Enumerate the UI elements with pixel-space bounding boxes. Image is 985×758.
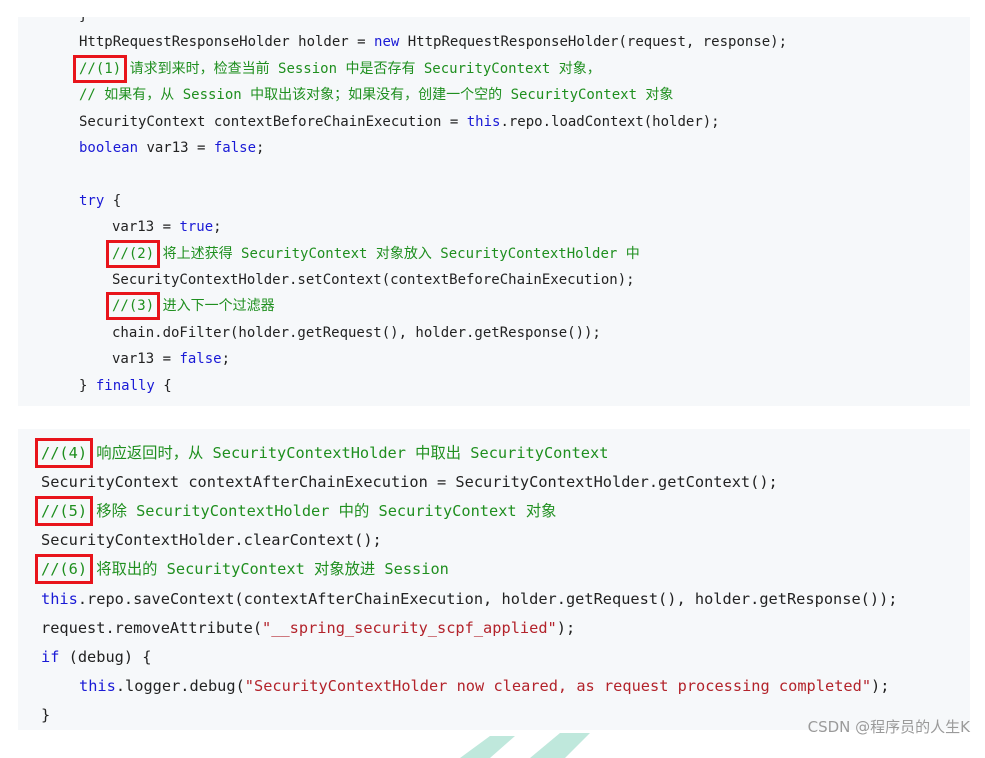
code-text: }: [79, 17, 87, 24]
code-keyword: true: [179, 219, 214, 236]
code-line: var13 = true;: [112, 217, 222, 237]
code-text: .repo.saveContext(contextAfterChainExecu…: [77, 589, 898, 608]
code-text: SecurityContext contextAfterChainExecuti…: [41, 473, 778, 492]
code-text: .repo.loadContext(holder);: [500, 113, 720, 130]
code-line: HttpRequestResponseHolder holder = new H…: [79, 32, 787, 52]
code-string: "__spring_security_scpf_applied": [262, 618, 557, 637]
code-comment: 请求到来时，检查当前 Session 中是否存有 SecurityContext…: [121, 60, 601, 77]
code-text: var13 =: [112, 351, 180, 368]
code-line: // 如果有，从 Session 中取出该对象；如果没有，创建一个空的 Secu…: [79, 85, 673, 105]
code-text: );: [871, 676, 890, 695]
code-keyword: false: [179, 351, 222, 368]
code-line: this.repo.saveContext(contextAfterChainE…: [41, 589, 898, 609]
code-text: {: [154, 377, 172, 394]
code-block-bottom: //(4) 响应返回时，从 SecurityContextHolder 中取出 …: [18, 429, 970, 730]
code-keyword: try: [79, 192, 105, 209]
code-line: SecurityContextHolder.setContext(context…: [112, 270, 635, 290]
highlight-marker: //(2): [105, 239, 161, 268]
code-line: }: [79, 17, 87, 26]
code-text: SecurityContextHolder.clearContext();: [41, 531, 382, 550]
code-line: SecurityContext contextBeforeChainExecut…: [79, 112, 720, 132]
code-line: SecurityContextHolder.clearContext();: [41, 530, 382, 550]
code-comment: 移除 SecurityContextHolder 中的 SecurityCont…: [87, 502, 557, 521]
code-comment: // 如果有，从 Session 中取出该对象；如果没有，创建一个空的 Secu…: [79, 87, 674, 104]
code-text: }: [41, 705, 51, 724]
watermark: CSDN @程序员的人生K: [807, 718, 970, 736]
code-text: HttpRequestResponseHolder(request, respo…: [399, 34, 788, 51]
code-text: .logger.debug(: [115, 676, 245, 695]
code-line: try {: [79, 191, 121, 211]
code-line: if (debug) {: [41, 647, 152, 667]
decorative-logo-shape: [460, 733, 590, 758]
code-text: );: [556, 618, 576, 637]
code-comment: 将上述获得 SecurityContext 对象放入 SecurityConte…: [154, 245, 640, 262]
code-keyword: false: [213, 140, 257, 156]
code-block-top: } HttpRequestResponseHolder holder = new …: [18, 17, 970, 406]
code-line: }: [41, 705, 50, 725]
code-line: //(6) 将取出的 SecurityContext 对象放进 Session: [34, 554, 449, 585]
code-line: //(5) 移除 SecurityContextHolder 中的 Securi…: [34, 496, 557, 527]
code-line: chain.doFilter(holder.getRequest(), hold…: [112, 323, 601, 343]
code-text: HttpRequestResponseHolder holder =: [79, 34, 375, 51]
code-line: } finally {: [79, 376, 172, 396]
code-text: {: [104, 192, 122, 209]
highlight-marker: //(6): [34, 554, 94, 585]
code-line: //(1) 请求到来时，检查当前 Session 中是否存有 SecurityC…: [72, 54, 601, 83]
code-keyword: this: [79, 676, 116, 695]
code-text: ;: [256, 140, 265, 156]
code-line: //(2) 将上述获得 SecurityContext 对象放入 Securit…: [105, 239, 640, 268]
code-text: var13 =: [112, 219, 180, 236]
code-string: "SecurityContextHolder now cleared, as r…: [244, 676, 872, 695]
code-comment: 进入下一个过滤器: [154, 298, 275, 315]
code-keyword: this: [41, 589, 78, 608]
code-keyword: new: [374, 34, 400, 51]
code-comment: 响应返回时，从 SecurityContextHolder 中取出 Securi…: [87, 444, 609, 462]
highlight-marker: //(1): [72, 54, 128, 83]
code-comment: 将取出的 SecurityContext 对象放进 Session: [87, 560, 449, 579]
code-text: }: [79, 377, 96, 394]
code-keyword: finally: [95, 377, 155, 394]
code-text: ;: [221, 351, 231, 368]
code-line: var13 = false;: [112, 349, 230, 369]
code-text: var13 =: [138, 140, 214, 156]
code-text: chain.doFilter(holder.getRequest(), hold…: [112, 324, 601, 341]
code-text: request.removeAttribute(: [41, 618, 263, 637]
code-text: (debug) {: [59, 647, 152, 666]
code-keyword: this: [466, 113, 501, 130]
code-keyword: boolean: [79, 140, 139, 156]
highlight-marker: //(3): [105, 292, 161, 321]
code-line: request.removeAttribute("__spring_securi…: [41, 618, 575, 638]
code-text: ;: [213, 219, 222, 236]
code-line: //(3) 进入下一个过滤器: [105, 292, 275, 321]
highlight-marker: //(4): [34, 438, 94, 468]
code-line: //(4) 响应返回时，从 SecurityContextHolder 中取出 …: [34, 438, 609, 468]
code-text: SecurityContext contextBeforeChainExecut…: [79, 113, 467, 130]
highlight-marker: //(5): [34, 496, 94, 527]
code-line: this.logger.debug("SecurityContextHolder…: [79, 676, 889, 696]
code-line: boolean var13 = false;: [79, 138, 264, 158]
code-line: SecurityContext contextAfterChainExecuti…: [41, 472, 778, 492]
code-text: SecurityContextHolder.setContext(context…: [112, 272, 635, 288]
code-keyword: if: [41, 647, 60, 666]
